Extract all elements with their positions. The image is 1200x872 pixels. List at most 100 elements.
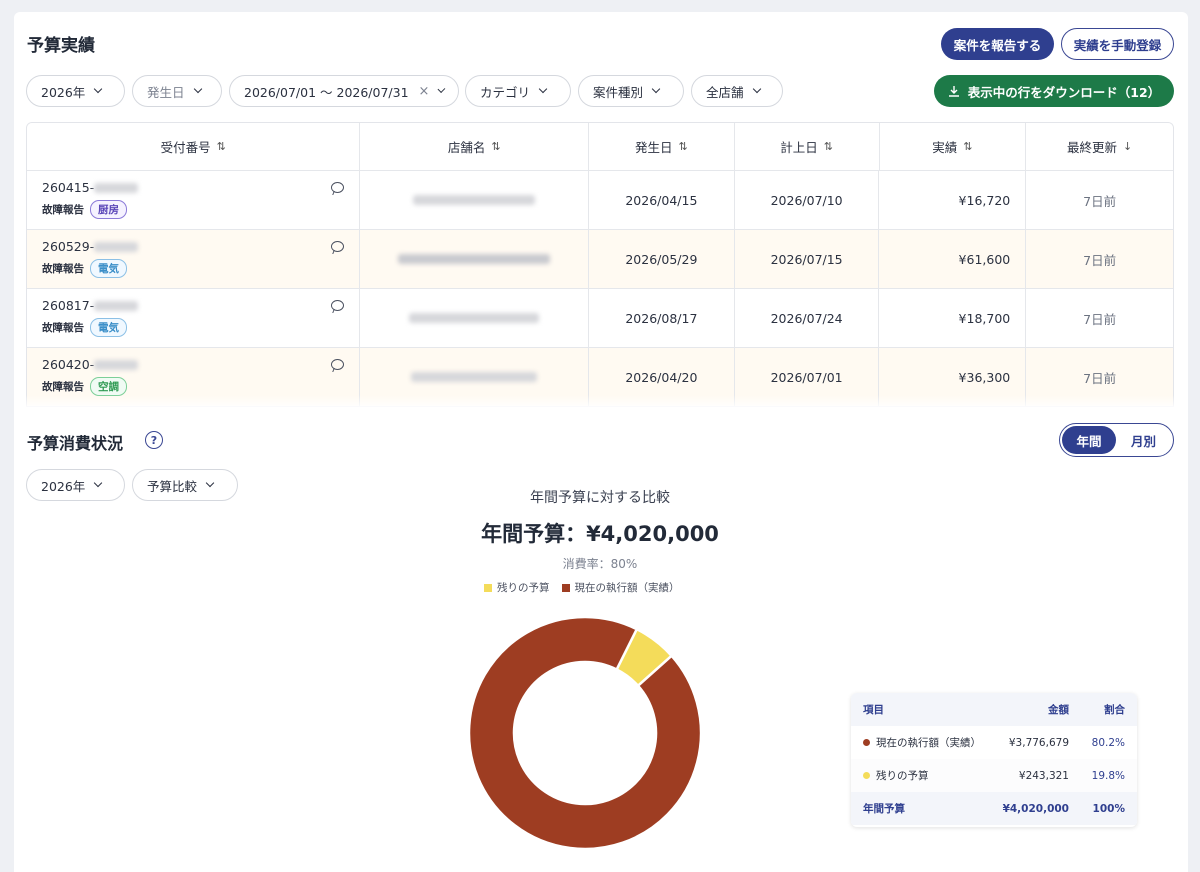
- redacted-text: [411, 372, 538, 382]
- remaining-dot: [863, 772, 870, 779]
- summary-amount: ¥243,321: [1018, 769, 1069, 782]
- store-label: 全店舗: [706, 84, 744, 100]
- store-cell: [360, 171, 590, 229]
- category-tag: 厨房: [90, 200, 127, 219]
- comment-icon[interactable]: [331, 359, 345, 370]
- annual-budget-total: 年間予算：¥4,020,000: [481, 522, 719, 546]
- download-label: 表示中の行をダウンロード（12）: [967, 84, 1161, 100]
- help-icon[interactable]: ?: [145, 431, 163, 449]
- legend-swatch: [484, 584, 492, 592]
- budget-table: 受付番号 ⇅ 店舗名 ⇅ 発生日 ⇅ 計上日 ⇅ 実績 ⇅ 最終更新 ↓ 260415- 故…: [26, 122, 1174, 407]
- legend-swatch: [561, 584, 570, 592]
- legend-remaining[interactable]: 残りの予算: [484, 580, 550, 595]
- redacted-text: [94, 182, 139, 193]
- report-case-button[interactable]: 案件を報告する: [941, 28, 1054, 60]
- budget-summary-table: 項目 金額 割合 現在の執行額（実績） ¥3,776,679 80.2% 残りの…: [851, 693, 1137, 827]
- executed-dot: [863, 739, 870, 746]
- download-icon: [948, 85, 959, 97]
- case-type-tag: 故障報告: [42, 381, 84, 393]
- reception-cell[interactable]: 260817- 故障報告 電気: [27, 289, 361, 347]
- redacted-text: [94, 300, 139, 311]
- redacted-text: [413, 195, 536, 205]
- clear-icon[interactable]: ×: [419, 84, 430, 99]
- store-filter[interactable]: 全店舗: [691, 75, 783, 107]
- reception-number: 260529-: [42, 239, 95, 254]
- sort-icon: ⇅: [678, 140, 688, 153]
- chevron-down-icon: [538, 84, 548, 94]
- year-filter[interactable]: 2026年: [26, 75, 125, 107]
- updated-cell: 7日前: [1083, 311, 1117, 327]
- occurrence-date-label: 発生日: [147, 84, 185, 100]
- col-booking-date[interactable]: 計上日 ⇅: [735, 123, 880, 170]
- col-label: 発生日: [635, 140, 673, 155]
- toggle-annual[interactable]: 年間: [1062, 426, 1116, 454]
- date-range-label: 2026/07/01 〜 2026/07/31: [244, 84, 409, 100]
- compare-filter[interactable]: 予算比較: [132, 469, 238, 501]
- summary-row-executed: 現在の執行額（実績） ¥3,776,679 80.2%: [851, 726, 1137, 759]
- comment-icon[interactable]: [331, 300, 345, 311]
- col-reception-number[interactable]: 受付番号 ⇅: [27, 123, 361, 170]
- occurrence-date-cell: 2026/05/29: [589, 230, 735, 288]
- category-label: カテゴリ: [480, 84, 531, 100]
- summary-col-amount: 金額: [1048, 704, 1069, 716]
- reception-number: 260415-: [42, 180, 95, 195]
- col-label: 実績: [932, 140, 958, 155]
- chevron-down-icon: [437, 85, 446, 93]
- col-label: 受付番号: [160, 140, 211, 155]
- updated-cell: 7日前: [1083, 193, 1117, 209]
- amount-cell: ¥16,720: [879, 171, 1027, 229]
- budget-year-filter[interactable]: 2026年: [26, 469, 125, 501]
- chevron-down-icon: [94, 84, 103, 94]
- summary-row-total: 年間予算 ¥4,020,000 100%: [851, 792, 1137, 825]
- table-fade: [26, 395, 1174, 409]
- case-type-filter[interactable]: 案件種別: [578, 75, 684, 107]
- sort-icon: ⇅: [823, 140, 833, 153]
- date-range-filter[interactable]: 2026/07/01 〜 2026/07/31 ×: [229, 75, 459, 107]
- table-row[interactable]: 260415- 故障報告 厨房 2026/04/15 2026/07/10 ¥16…: [27, 171, 1173, 230]
- sort-icon: ⇅: [963, 140, 973, 153]
- reception-number: 260817-: [42, 298, 95, 313]
- category-filter[interactable]: カテゴリ: [465, 75, 571, 107]
- summary-ratio: 19.8%: [1091, 769, 1125, 782]
- table-row[interactable]: 260529- 故障報告 電気 2026/05/29 2026/07/15 ¥61…: [27, 230, 1173, 289]
- col-store-name[interactable]: 店舗名 ⇅: [360, 123, 590, 170]
- amount-cell: ¥61,600: [879, 230, 1027, 288]
- booking-date-cell: 2026/07/10: [735, 171, 880, 229]
- sort-icon: ⇅: [216, 140, 226, 153]
- category-tag: 電気: [90, 318, 127, 337]
- occurrence-date-filter[interactable]: 発生日: [132, 75, 222, 107]
- case-type-label: 案件種別: [593, 84, 644, 100]
- col-label: 最終更新: [1067, 140, 1118, 155]
- store-cell: [360, 230, 590, 288]
- col-amount[interactable]: 実績 ⇅: [880, 123, 1027, 170]
- legend-executed[interactable]: 現在の執行額（実績）: [561, 580, 680, 595]
- occurrence-date-cell: 2026/04/15: [589, 171, 735, 229]
- redacted-text: [94, 359, 139, 370]
- toggle-monthly[interactable]: 月別: [1116, 431, 1171, 450]
- manual-register-button[interactable]: 実績を手動登録: [1061, 28, 1174, 60]
- budget-year-label: 2026年: [41, 478, 86, 494]
- summary-label: 現在の執行額（実績）: [876, 737, 981, 749]
- year-filter-label: 2026年: [41, 84, 86, 100]
- table-row[interactable]: 260817- 故障報告 電気 2026/08/17 2026/07/24 ¥18…: [27, 289, 1173, 348]
- reception-cell[interactable]: 260415- 故障報告 厨房: [27, 171, 361, 229]
- col-label: 店舗名: [447, 140, 486, 155]
- case-type-tag: 故障報告: [42, 204, 84, 216]
- category-tag: 電気: [90, 259, 127, 278]
- summary-total-amount: ¥4,020,000: [1002, 802, 1069, 815]
- chevron-down-icon: [205, 478, 215, 488]
- legend-label: 現在の執行額（実績）: [574, 582, 680, 594]
- comment-icon[interactable]: [331, 241, 345, 252]
- summary-header: 項目 金額 割合: [851, 693, 1137, 726]
- amount-cell: ¥18,700: [879, 289, 1027, 347]
- redacted-text: [94, 241, 139, 252]
- col-occurrence-date[interactable]: 発生日 ⇅: [589, 123, 735, 170]
- col-last-updated[interactable]: 最終更新 ↓: [1026, 123, 1173, 170]
- consumption-rate: 消費率：80%: [562, 557, 638, 571]
- redacted-text: [409, 313, 540, 323]
- sort-icon: ⇅: [491, 140, 501, 153]
- reception-cell[interactable]: 260529- 故障報告 電気: [27, 230, 361, 288]
- download-button[interactable]: 表示中の行をダウンロード（12）: [934, 75, 1174, 107]
- chevron-down-icon: [752, 84, 761, 94]
- comment-icon[interactable]: [331, 182, 345, 193]
